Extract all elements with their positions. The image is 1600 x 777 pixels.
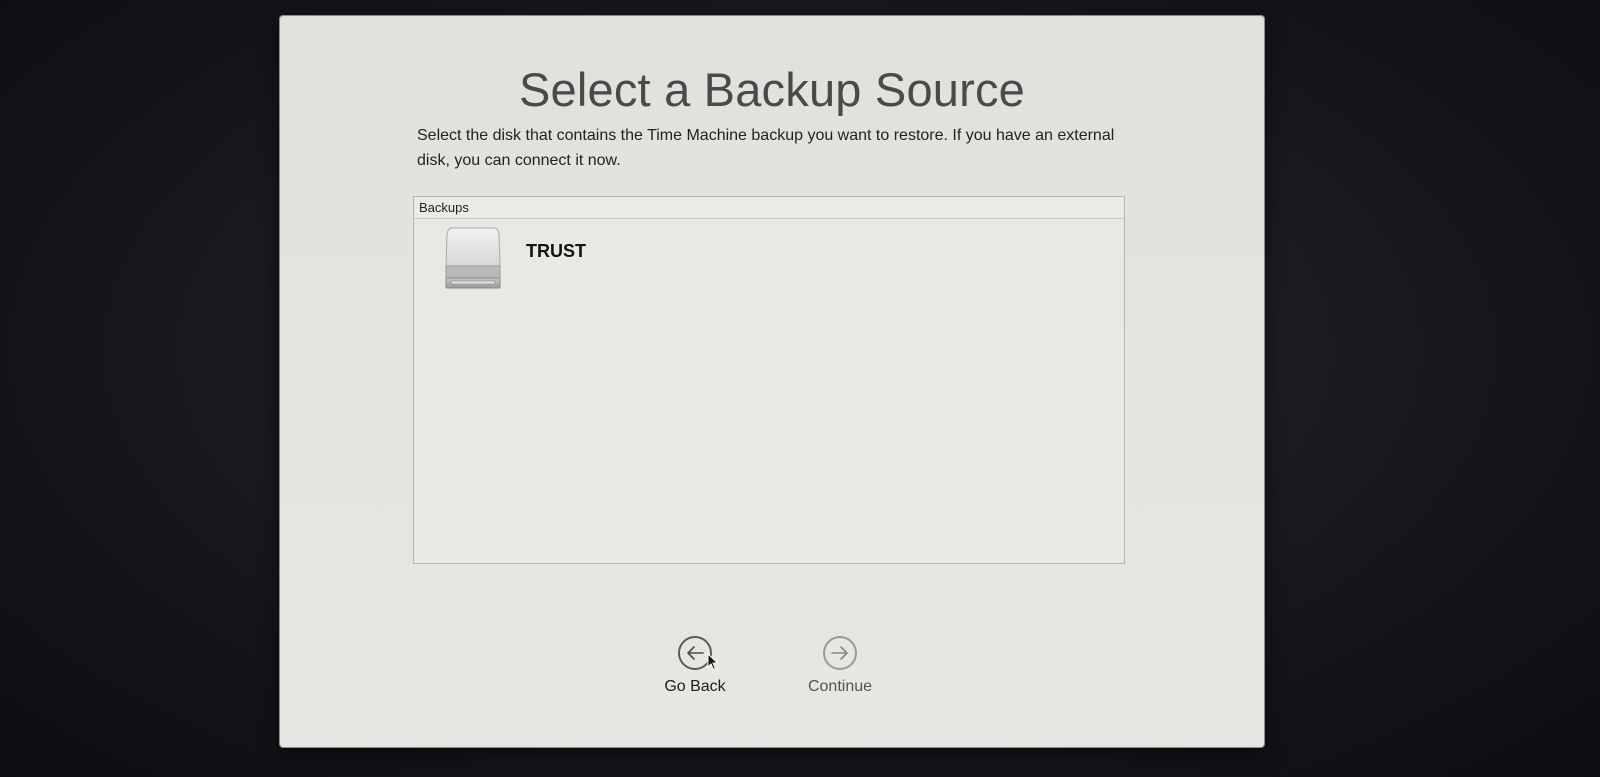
- screen-background: Select a Backup Source Select the disk t…: [0, 0, 1600, 777]
- continue-label: Continue: [807, 678, 873, 695]
- external-disk-icon: [444, 226, 502, 290]
- page-description: Select the disk that contains the Time M…: [417, 127, 1115, 169]
- backups-list-header: Backups: [414, 197, 1124, 219]
- recovery-window: Select a Backup Source Select the disk t…: [280, 16, 1264, 747]
- arrow-right-circle-icon: [823, 636, 857, 670]
- page-title: Select a Backup Source: [518, 63, 1026, 116]
- continue-button[interactable]: Continue: [780, 636, 900, 696]
- list-item-backup-disk[interactable]: TRUST: [444, 223, 586, 293]
- mouse-pointer-icon: [707, 652, 719, 671]
- backup-disk-name: TRUST: [526, 240, 586, 261]
- go-back-button[interactable]: Go Back: [635, 636, 755, 696]
- go-back-label: Go Back: [664, 678, 726, 695]
- backups-list[interactable]: Backups TRUST: [413, 196, 1125, 564]
